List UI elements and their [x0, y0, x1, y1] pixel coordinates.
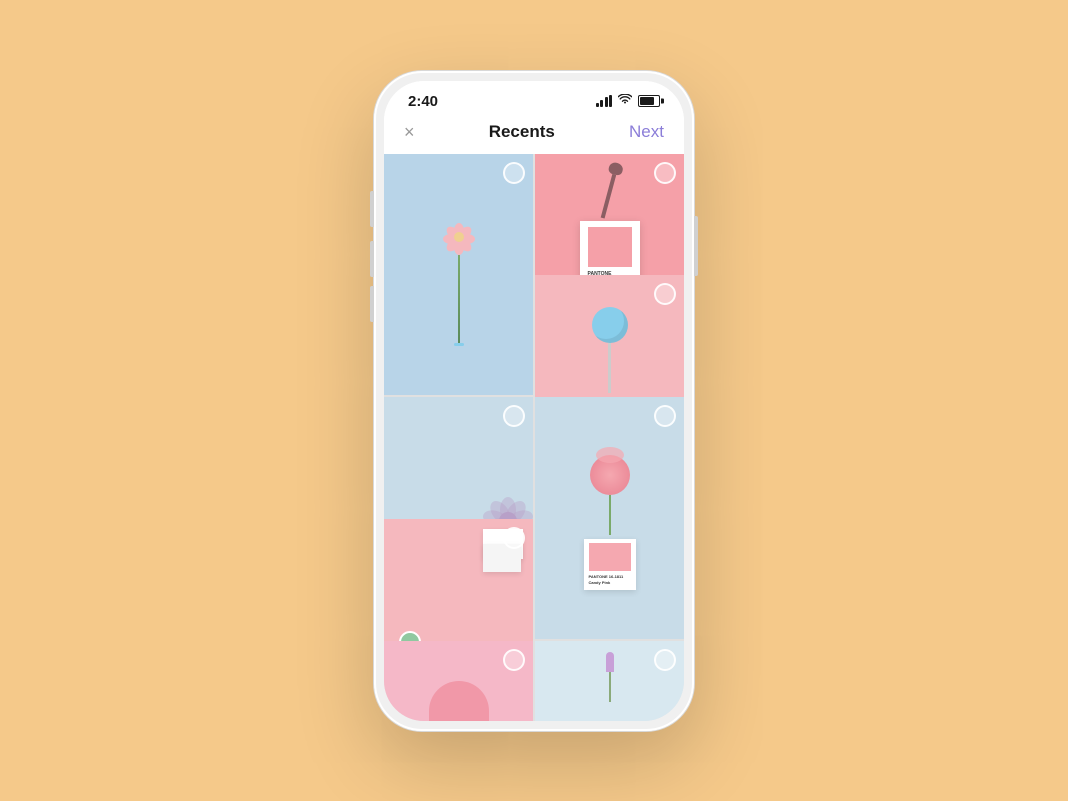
select-circle[interactable]: [654, 405, 676, 427]
list-item[interactable]: [535, 641, 684, 721]
select-circle[interactable]: [654, 649, 676, 671]
list-item[interactable]: [384, 641, 533, 721]
select-circle[interactable]: [503, 649, 525, 671]
close-button[interactable]: ×: [404, 123, 415, 141]
signal-icon: [596, 95, 613, 107]
select-circle[interactable]: [503, 162, 525, 184]
photo-grid: PANTONE 691: [384, 154, 684, 721]
status-bar: 2:40: [384, 81, 684, 114]
phone-frame: 2:40: [374, 71, 694, 731]
status-icons: [596, 94, 661, 108]
list-item[interactable]: [384, 154, 533, 396]
wifi-icon: [618, 94, 632, 108]
phone-screen: 2:40: [384, 81, 684, 721]
select-circle[interactable]: [654, 162, 676, 184]
status-time: 2:40: [408, 93, 438, 110]
nav-bar: × Recents Next: [384, 114, 684, 154]
list-item[interactable]: PANTONE 16-1811 Candy Pink: [535, 397, 684, 639]
select-circle[interactable]: [654, 283, 676, 305]
battery-icon: [638, 95, 660, 107]
page-title: Recents: [489, 122, 555, 142]
select-circle[interactable]: [503, 405, 525, 427]
select-circle[interactable]: [503, 527, 525, 549]
next-button[interactable]: Next: [629, 122, 664, 142]
